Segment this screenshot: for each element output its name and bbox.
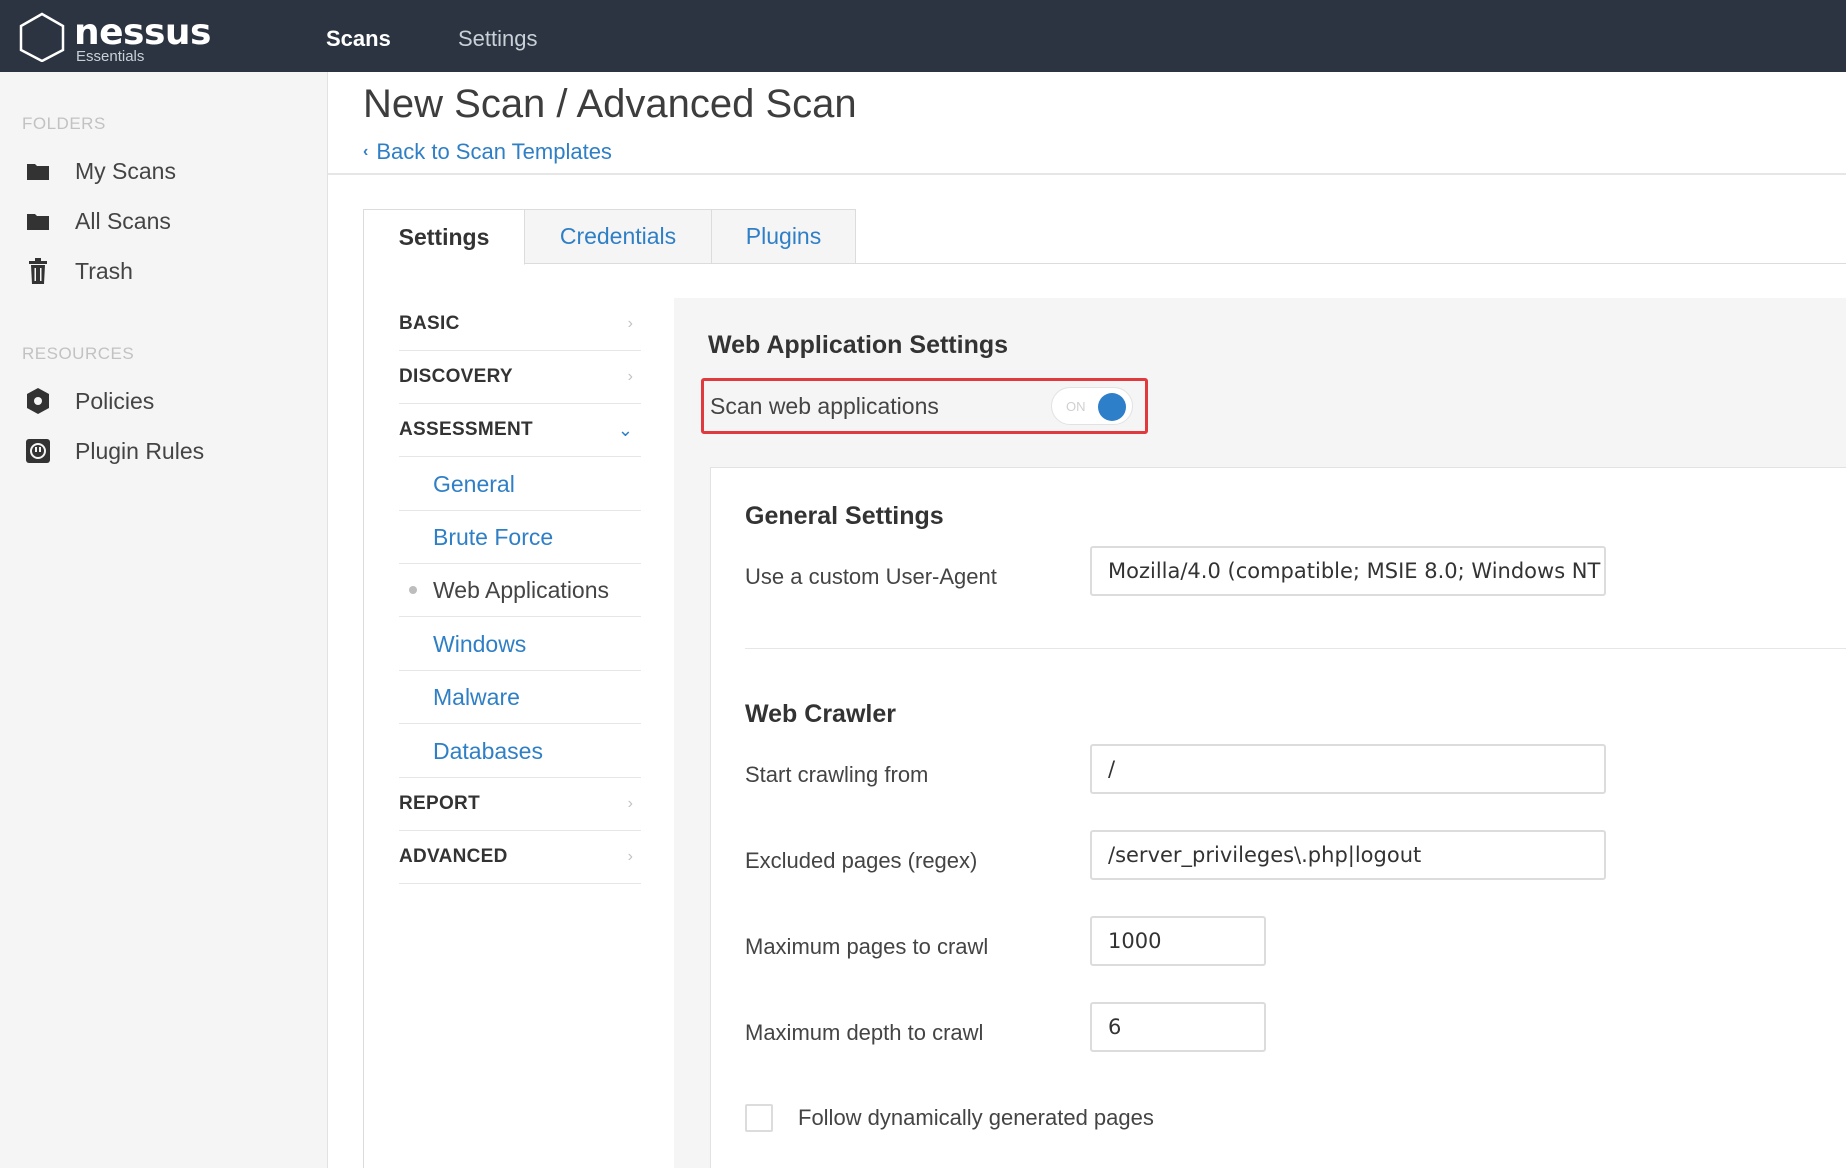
follow-dynamic-pages-label: Follow dynamically generated pages xyxy=(798,1105,1154,1130)
sidebar-item-label: All Scans xyxy=(75,207,171,234)
subsection-web-applications[interactable]: Web Applications xyxy=(399,564,641,617)
chevron-right-icon: › xyxy=(627,315,633,332)
resources-heading: RESOURCES xyxy=(22,344,135,363)
topnav-scans[interactable]: Scans xyxy=(326,0,391,72)
chevron-right-icon: › xyxy=(627,368,633,385)
excluded-pages-input[interactable]: /server_privileges\.php|logout xyxy=(1090,830,1606,880)
scan-web-applications-row: Scan web applications ON xyxy=(701,378,1148,434)
folder-icon xyxy=(22,155,54,187)
subsection-label: Web Applications xyxy=(433,576,610,603)
sidebar-item-label: Policies xyxy=(75,387,155,414)
section-label: DISCOVERY xyxy=(399,366,513,387)
subsection-databases[interactable]: Databases xyxy=(399,725,641,778)
chevron-down-icon: ⌄ xyxy=(617,419,633,440)
trash-icon xyxy=(22,255,54,287)
sidebar-item-plugin-rules[interactable]: Plugin Rules xyxy=(22,433,312,469)
toggle-knob xyxy=(1098,393,1126,421)
scan-web-applications-toggle[interactable]: ON xyxy=(1051,387,1133,425)
hexagon-logo-icon xyxy=(19,12,65,62)
subsection-label: Brute Force xyxy=(433,523,554,550)
user-agent-input[interactable]: Mozilla/4.0 (compatible; MSIE 8.0; Windo… xyxy=(1090,546,1606,596)
start-crawling-input[interactable]: / xyxy=(1090,744,1606,794)
web-crawler-title: Web Crawler xyxy=(745,700,896,728)
start-crawling-label: Start crawling from xyxy=(745,762,929,787)
max-pages-label: Maximum pages to crawl xyxy=(745,934,989,959)
sidebar-item-my-scans[interactable]: My Scans xyxy=(22,153,312,189)
section-label: REPORT xyxy=(399,793,480,814)
user-agent-label: Use a custom User-Agent xyxy=(745,564,997,589)
header-divider xyxy=(328,173,1846,175)
sidebar-item-label: Trash xyxy=(75,257,133,284)
top-bar: nessus Essentials Scans Settings xyxy=(0,0,1846,72)
back-link-label: Back to Scan Templates xyxy=(376,139,612,164)
tab-plugins[interactable]: Plugins xyxy=(711,209,856,264)
subsection-brute-force[interactable]: Brute Force xyxy=(399,511,641,564)
tab-credentials[interactable]: Credentials xyxy=(524,209,712,264)
sidebar: FOLDERS My Scans All Scans Trash RESOURC… xyxy=(0,72,328,1168)
topnav-settings[interactable]: Settings xyxy=(458,0,538,72)
folders-heading: FOLDERS xyxy=(22,114,106,133)
folder-icon xyxy=(22,205,54,237)
card-divider xyxy=(745,648,1846,649)
general-settings-title: General Settings xyxy=(745,502,944,530)
section-basic[interactable]: BASIC › xyxy=(399,298,641,351)
section-assessment[interactable]: ASSESSMENT ⌄ xyxy=(399,404,641,457)
chevron-right-icon: › xyxy=(627,795,633,812)
back-to-templates-link[interactable]: ‹ Back to Scan Templates xyxy=(363,139,612,165)
sidebar-item-label: Plugin Rules xyxy=(75,437,205,464)
nessus-logo[interactable]: nessus Essentials xyxy=(18,10,211,65)
subsection-malware[interactable]: Malware xyxy=(399,671,641,724)
chevron-right-icon: › xyxy=(627,848,633,865)
shield-icon xyxy=(22,385,54,417)
subsection-general[interactable]: General xyxy=(399,458,641,511)
subsection-label: Malware xyxy=(433,683,520,710)
max-depth-input[interactable]: 6 xyxy=(1090,1002,1266,1052)
page-title: New Scan / Advanced Scan xyxy=(363,82,857,126)
brand-edition: Essentials xyxy=(76,48,145,65)
follow-dynamic-pages-checkbox[interactable] xyxy=(745,1104,773,1132)
section-discovery[interactable]: DISCOVERY › xyxy=(399,351,641,404)
excluded-pages-label: Excluded pages (regex) xyxy=(745,848,978,873)
sidebar-item-label: My Scans xyxy=(75,157,176,184)
section-label: ADVANCED xyxy=(399,846,508,867)
toggle-state-label: ON xyxy=(1066,399,1086,414)
chevron-left-icon: ‹ xyxy=(363,143,369,160)
max-pages-input[interactable]: 1000 xyxy=(1090,916,1266,966)
max-depth-label: Maximum depth to crawl xyxy=(745,1020,984,1045)
subsection-label: General xyxy=(433,470,515,497)
subsection-label: Databases xyxy=(433,737,543,764)
section-report[interactable]: REPORT › xyxy=(399,778,641,831)
panel-title: Web Application Settings xyxy=(708,331,1009,359)
current-indicator-icon xyxy=(409,586,417,594)
brand-name: nessus xyxy=(74,12,211,53)
sidebar-item-all-scans[interactable]: All Scans xyxy=(22,203,312,239)
plugin-icon xyxy=(22,435,54,467)
sidebar-item-policies[interactable]: Policies xyxy=(22,383,312,419)
toggle-label: Scan web applications xyxy=(710,392,939,419)
section-label: BASIC xyxy=(399,313,460,334)
section-label: ASSESSMENT xyxy=(399,419,533,440)
sidebar-item-trash[interactable]: Trash xyxy=(22,253,312,289)
tab-settings[interactable]: Settings xyxy=(363,209,525,265)
subsection-windows[interactable]: Windows xyxy=(399,618,641,671)
subsection-label: Windows xyxy=(433,630,527,657)
section-advanced[interactable]: ADVANCED › xyxy=(399,831,641,884)
